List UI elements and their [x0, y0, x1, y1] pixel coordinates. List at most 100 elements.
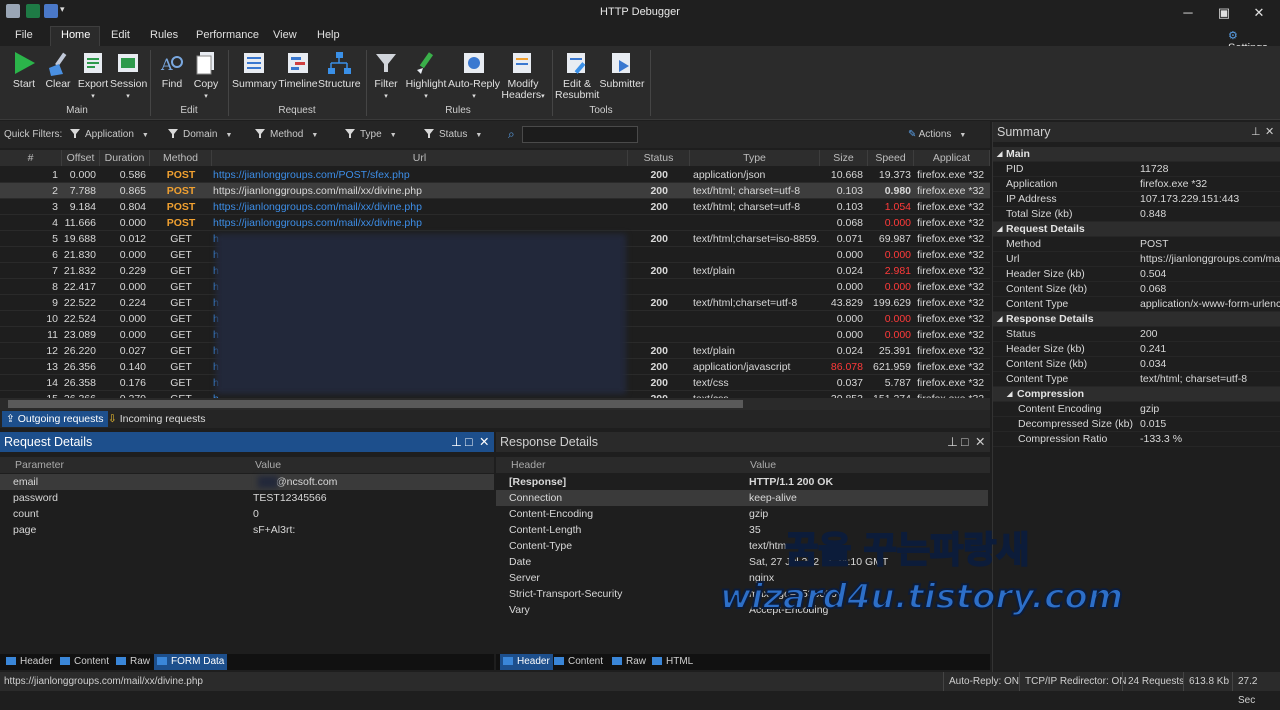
- menu-help[interactable]: Help: [317, 29, 340, 41]
- resp-tab-raw[interactable]: Raw: [612, 654, 646, 670]
- req-tab-content[interactable]: Content: [60, 654, 109, 670]
- submitter-button[interactable]: Submitter: [598, 50, 646, 90]
- menu-rules[interactable]: Rules: [150, 29, 178, 41]
- list-item[interactable]: Vary Accept-Encoding: [496, 602, 988, 618]
- float-icon[interactable]: □: [961, 432, 969, 452]
- col-type[interactable]: Type: [690, 150, 820, 166]
- cell-dur: 0.000: [119, 217, 146, 229]
- search-input[interactable]: [522, 126, 638, 143]
- auto-reply-label: Auto-Reply: [448, 78, 500, 90]
- list-item[interactable]: Strict-Transport-Security max-age=1536000: [496, 586, 988, 602]
- list-item[interactable]: Content-Encoding gzip: [496, 506, 988, 522]
- req-tab-raw[interactable]: Raw: [116, 654, 150, 670]
- col-speed[interactable]: Speed: [868, 150, 914, 166]
- close-icon[interactable]: ✕: [479, 432, 489, 452]
- minimize-button[interactable]: ─: [1173, 3, 1203, 23]
- list-item[interactable]: email @ncsoft.com: [0, 474, 494, 490]
- resp-tab-content[interactable]: Content: [554, 654, 603, 670]
- structure-button[interactable]: Structure: [318, 50, 361, 90]
- summary-section[interactable]: ◢ Request Details: [993, 222, 1280, 237]
- col-size[interactable]: Size: [820, 150, 868, 166]
- outgoing-requests-tab[interactable]: ⇪ Outgoing requests: [2, 411, 108, 427]
- list-item[interactable]: Content-Type text/htm: [496, 538, 988, 554]
- pin-icon[interactable]: ⊥: [451, 432, 462, 452]
- cell-status: 200: [650, 185, 668, 197]
- col-number[interactable]: #: [0, 150, 62, 166]
- find-button[interactable]: A Find: [156, 50, 188, 90]
- list-item[interactable]: page sF+Al3rt:: [0, 522, 494, 538]
- menu-home[interactable]: Home: [61, 29, 90, 41]
- cell-dur: 0.140: [119, 361, 146, 373]
- col-url[interactable]: Url: [212, 150, 628, 166]
- table-row[interactable]: 3 9.184 0.804 POST https://jianlonggroups.co…: [0, 199, 990, 215]
- submitter-label: Submitter: [599, 78, 645, 90]
- scrollbar-thumb[interactable]: [8, 400, 743, 408]
- close-icon[interactable]: ✕: [975, 432, 985, 452]
- list-item[interactable]: [Response] HTTP/1.1 200 OK: [496, 474, 988, 490]
- cell-app: firefox.exe *32: [917, 281, 985, 293]
- filter-application[interactable]: Application ▼: [70, 129, 149, 140]
- col-status[interactable]: Status: [628, 150, 690, 166]
- pin-icon[interactable]: ⊥: [947, 432, 958, 452]
- filter-button[interactable]: Filter ▾: [372, 50, 400, 102]
- horizontal-scrollbar[interactable]: [0, 398, 990, 410]
- col-application[interactable]: Applicat: [914, 150, 990, 166]
- col-duration[interactable]: Duration: [100, 150, 150, 166]
- col-offset[interactable]: Offset: [62, 150, 100, 166]
- table-row[interactable]: 4 11.666 0.000 POST https://jianlonggroups.c…: [0, 215, 990, 231]
- list-item[interactable]: Content-Length 35: [496, 522, 988, 538]
- list-item[interactable]: password TEST12345566: [0, 490, 494, 506]
- filter-type[interactable]: Type ▼: [345, 129, 397, 140]
- edit-resubmit-button[interactable]: Edit & Resubmit: [555, 50, 599, 101]
- resp-tab-header[interactable]: Header: [500, 654, 553, 670]
- menu-file[interactable]: File: [15, 29, 33, 41]
- close-icon[interactable]: ✕: [1265, 122, 1274, 142]
- ribbon-separator: [366, 50, 367, 116]
- menu-performance[interactable]: Performance: [196, 29, 259, 41]
- list-item[interactable]: Date Sat, 27 Jul 202 11:34:10 GMT: [496, 554, 988, 570]
- summary-section[interactable]: ◢ Response Details: [993, 312, 1280, 327]
- maximize-button[interactable]: ▣: [1209, 3, 1239, 23]
- session-button[interactable]: Session ▾: [110, 50, 147, 102]
- cell-n: 6: [52, 249, 58, 261]
- menu-edit[interactable]: Edit: [111, 29, 130, 41]
- summary-button[interactable]: Summary: [232, 50, 277, 90]
- list-item[interactable]: count 0: [0, 506, 494, 522]
- content-tab-icon: [554, 657, 564, 665]
- req-tab-form-data[interactable]: FORM Data: [154, 654, 228, 670]
- pin-icon[interactable]: ⊥: [1251, 122, 1261, 142]
- modify-headers-button[interactable]: Modify Headers▾: [500, 50, 546, 102]
- req-tab-header[interactable]: Header: [6, 654, 53, 670]
- status-redirector[interactable]: TCP/IP Redirector: ON: [1019, 672, 1132, 691]
- status-auto-reply[interactable]: Auto-Reply: ON: [943, 672, 1024, 691]
- incoming-requests-tab[interactable]: ⇩ Incoming requests: [108, 411, 206, 427]
- highlight-button[interactable]: Highlight ▾: [404, 50, 448, 102]
- broom-icon: [45, 50, 71, 76]
- cell-app: firefox.exe *32: [917, 217, 985, 229]
- cell-method: GET: [170, 329, 192, 341]
- filter-method[interactable]: Method ▼: [255, 129, 318, 140]
- actions-button[interactable]: ✎ Actions ▼: [908, 129, 966, 140]
- summary-section[interactable]: ◢ Main: [993, 147, 1280, 162]
- close-button[interactable]: ✕: [1244, 3, 1274, 23]
- cell-type: [693, 247, 819, 263]
- resp-tab-html[interactable]: HTML: [652, 654, 693, 670]
- filter-domain[interactable]: Domain ▼: [168, 129, 232, 140]
- summary-key: Content Size (kb): [1006, 358, 1088, 370]
- table-row[interactable]: 2 7.788 0.865 POST https://jianlonggroups.co…: [0, 183, 990, 199]
- auto-reply-button[interactable]: Auto-Reply ▾: [448, 50, 500, 102]
- export-button[interactable]: Export ▾: [76, 50, 110, 102]
- list-item[interactable]: Server nginx: [496, 570, 988, 586]
- col-method[interactable]: Method: [150, 150, 212, 166]
- filter-status[interactable]: Status ▼: [424, 129, 482, 140]
- copy-button[interactable]: Copy ▾: [190, 50, 222, 102]
- cell-offset: 7.788: [69, 185, 96, 197]
- float-icon[interactable]: □: [465, 432, 473, 452]
- clear-button[interactable]: Clear: [42, 50, 74, 90]
- timeline-button[interactable]: Timeline: [278, 50, 318, 90]
- menu-view[interactable]: View: [273, 29, 297, 41]
- summary-section[interactable]: ◢ Compression: [993, 387, 1280, 402]
- list-item[interactable]: Connection keep-alive: [496, 490, 988, 506]
- start-button[interactable]: Start: [8, 50, 40, 90]
- table-row[interactable]: 1 0.000 0.586 POST https://jianlonggroups.co…: [0, 167, 990, 183]
